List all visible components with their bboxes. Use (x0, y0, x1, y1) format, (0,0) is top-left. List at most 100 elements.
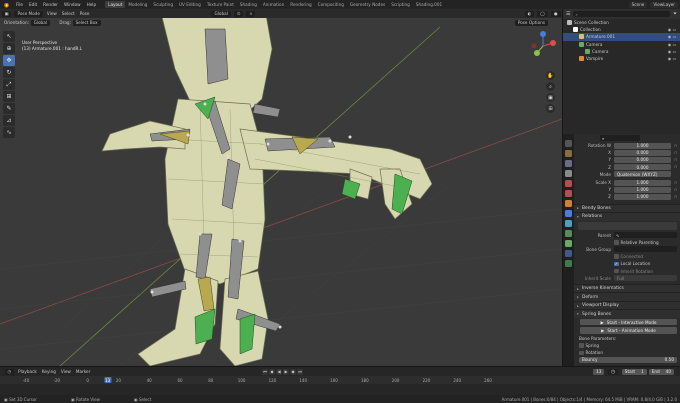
blender-logo-icon[interactable] (2, 2, 10, 8)
outliner-item[interactable]: Collection ◉ ▭ (563, 26, 680, 33)
editor-type-dropdown[interactable]: ▣ (1, 10, 12, 17)
scene-tab[interactable] (565, 180, 572, 187)
preview-range-toggle[interactable]: ◷ (607, 368, 619, 375)
outliner-item[interactable]: Camera ◉ ▭ (563, 41, 680, 48)
filter-icon[interactable]: ⏷ (673, 11, 677, 17)
view-layer-selector[interactable]: ViewLayer (650, 1, 678, 8)
pose-tool-button[interactable]: ∿ (3, 127, 15, 138)
inverse-kinematics-panel-header[interactable]: ▸ Inverse Kinematics (574, 283, 680, 293)
viewport-menu-view[interactable]: View (44, 11, 59, 16)
render-camera-icon[interactable]: ▭ (672, 34, 677, 39)
shading-wireframe-button[interactable]: ◯ (537, 10, 548, 17)
outliner-item[interactable]: Vampire ◉ ▭ (563, 55, 680, 62)
outliner-search-input[interactable]: ⌕ (573, 11, 670, 17)
bone-group-field[interactable] (614, 246, 677, 253)
timeline-ruler[interactable]: -40 -20 0 20 40 60 80 100 120 140 160 180 200 220 240 2… (0, 376, 680, 384)
lock-icon[interactable]: ⊓ (671, 195, 677, 199)
pan-view-button[interactable]: ✋ (546, 71, 555, 80)
3d-viewport[interactable]: ▣ Pose Mode View Select Pose Global ⊙ ∩ … (0, 9, 562, 366)
outliner-item[interactable]: Scene Collection (563, 19, 680, 26)
rotation-value-field[interactable]: 1.000 (614, 142, 671, 149)
zoom-view-button[interactable]: ⌕ (546, 82, 555, 91)
viewport-display-panel-header[interactable]: ▸ Viewport Display (574, 300, 680, 310)
parent-field[interactable]: ∿ (614, 232, 677, 239)
properties-search-input[interactable]: ⌕ (600, 135, 640, 141)
jump-start-icon[interactable]: ⏮ (262, 368, 268, 375)
lock-icon[interactable]: ⊓ (671, 165, 677, 169)
play-reverse-icon[interactable]: ◀ (276, 368, 282, 375)
ortho-toggle-button[interactable]: ⊞ (546, 104, 555, 113)
physics-tab[interactable] (565, 220, 572, 227)
playhead[interactable]: 13 (104, 377, 112, 383)
select-tool-button[interactable]: ↖ (3, 31, 15, 42)
bouncy-slider[interactable]: Bouncy 0.50 (579, 356, 677, 363)
workspace-tab-scripting[interactable]: Scripting (388, 1, 413, 8)
start-animation-mode-button[interactable]: ▶ Start - Animation Mode (580, 327, 677, 334)
connected-checkbox[interactable] (614, 254, 619, 259)
timeline-menu-keying[interactable]: Keying (39, 369, 58, 374)
outliner-item[interactable]: Camera ◉ ▭ (563, 48, 680, 55)
lock-icon[interactable]: ⊓ (671, 144, 677, 148)
orientation-dropdown[interactable]: Global (30, 19, 50, 26)
output-tab[interactable] (565, 160, 572, 167)
cursor-tool-button[interactable]: ⊕ (3, 43, 15, 54)
relative-parenting-checkbox[interactable] (614, 240, 619, 245)
modifier-tab[interactable] (565, 210, 572, 217)
render-tab[interactable] (565, 150, 572, 157)
workspace-tab-texture-paint[interactable]: Texture Paint (204, 1, 237, 8)
jump-end-icon[interactable]: ⏭ (297, 368, 303, 375)
deform-panel-header[interactable]: ▸ Deform (574, 292, 680, 301)
view-layer-tab[interactable] (565, 170, 572, 177)
viewport-menu-select[interactable]: Select (59, 11, 77, 16)
spring-bones-panel-header[interactable]: ▾ Spring Bones (574, 309, 680, 318)
workspace-tab-layout[interactable]: Layout (105, 1, 126, 8)
local-location-checkbox[interactable]: ✓ (614, 261, 619, 267)
render-camera-icon[interactable]: ▭ (672, 49, 677, 54)
menu-render[interactable]: Render (40, 2, 61, 7)
bone-constraint-tab[interactable] (565, 260, 572, 267)
navigation-gizmo[interactable]: ✋ ⌕ ▣ ⊞ (528, 31, 558, 121)
transform-orientation-dropdown[interactable]: Global (211, 10, 231, 17)
lock-icon[interactable]: ⊓ (671, 158, 677, 162)
render-camera-icon[interactable]: ▭ (672, 42, 677, 47)
timeline-menu-marker[interactable]: Marker (73, 369, 92, 374)
timeline-menu-view[interactable]: View (58, 369, 73, 374)
drag-dropdown[interactable]: Select Box (72, 19, 101, 26)
relations-panel-header[interactable]: ▾ Relations (574, 212, 680, 221)
menu-help[interactable]: Help (84, 2, 100, 7)
tool-tab[interactable] (565, 140, 572, 147)
current-frame-field[interactable]: 13 (593, 368, 605, 375)
workspace-tab-animation[interactable]: Animation (260, 1, 287, 8)
viewport-scene[interactable] (0, 9, 562, 366)
overlay-toggle[interactable]: ◐ (524, 10, 535, 17)
scale-value-field[interactable]: 1.000 (614, 179, 671, 186)
inherit-rotation-checkbox[interactable] (614, 268, 619, 274)
pivot-dropdown[interactable]: ⊙ (233, 10, 244, 17)
bone-layers-grid[interactable] (578, 222, 677, 230)
workspace-tab-uv-editing[interactable]: UV Editing (176, 1, 204, 8)
rotation-value-field[interactable]: 0.000 (614, 149, 671, 156)
outliner-type-icon[interactable]: ☰ (566, 11, 570, 17)
lock-icon[interactable]: ⊓ (671, 181, 677, 185)
transform-tool-button[interactable]: ⊞ (3, 91, 15, 102)
viewport-menu-pose[interactable]: Pose (77, 11, 92, 16)
scale-value-field[interactable]: 1.000 (614, 193, 671, 200)
workspace-tab-sculpting[interactable]: Sculpting (150, 1, 176, 8)
measure-tool-button[interactable]: ⊿ (3, 115, 15, 126)
object-tab[interactable] (565, 200, 572, 207)
end-frame-field[interactable]: End 40 (648, 368, 674, 375)
move-tool-button[interactable]: ✥ (3, 55, 15, 66)
snap-toggle[interactable]: ∩ (246, 10, 256, 17)
workspace-tab-compositing[interactable]: Compositing (315, 1, 347, 8)
pose-options-dropdown[interactable]: Pose Options (514, 19, 548, 26)
inherit-scale-dropdown[interactable]: Full (614, 275, 677, 282)
rotation-value-field[interactable]: 0.000 (614, 164, 671, 171)
workspace-tab-geometry-nodes[interactable]: Geometry Nodes (347, 1, 388, 8)
mode-dropdown[interactable]: Pose Mode (14, 10, 43, 17)
outliner-item[interactable]: Armature.001 ◉ ▭ (563, 33, 680, 41)
menu-file[interactable]: File (13, 2, 26, 7)
bone-tab[interactable] (565, 250, 572, 257)
menu-window[interactable]: Window (61, 2, 84, 7)
workspace-tab-shading-001[interactable]: Shading.001 (413, 1, 445, 8)
prev-keyframe-icon[interactable]: ◆ (269, 368, 275, 375)
